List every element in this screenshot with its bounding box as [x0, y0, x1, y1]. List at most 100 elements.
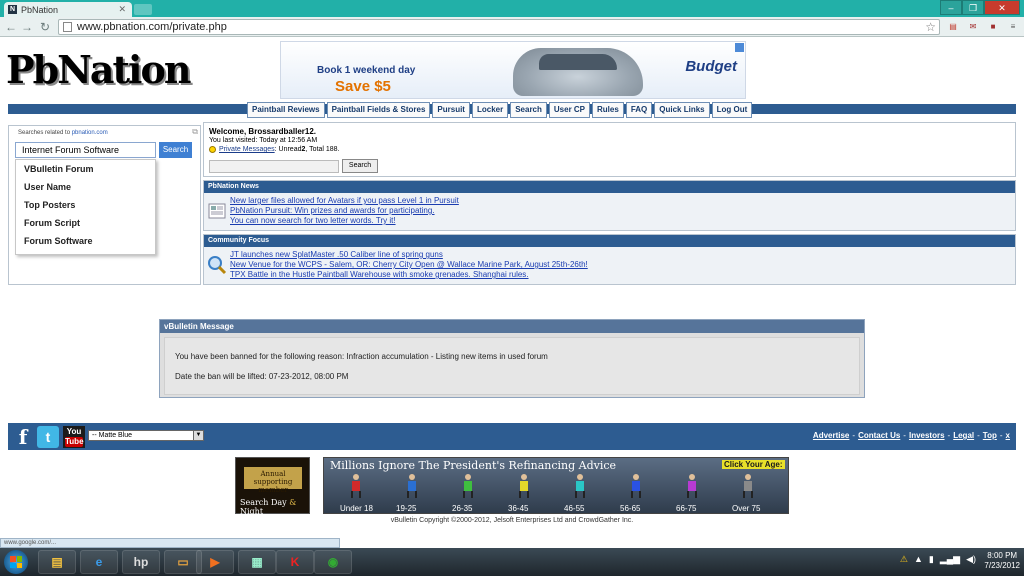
close-tab-icon[interactable]: ✕ [118, 4, 126, 15]
nav-paintball-reviews[interactable]: Paintball Reviews [247, 102, 325, 118]
maximize-button[interactable]: ❐ [962, 0, 984, 15]
age-runner-figure[interactable] [346, 474, 366, 500]
focus-link[interactable]: TPX Battle in the Hustle Paintball Wareh… [230, 270, 588, 280]
extension-icon[interactable]: ■ [986, 20, 1000, 33]
extension-rss-icon[interactable]: ▤ [946, 20, 960, 33]
nav-quick-links[interactable]: Quick Links [654, 102, 710, 118]
runner-legs [351, 491, 361, 498]
system-clock[interactable]: 8:00 PM 7/23/2012 [984, 551, 1020, 571]
age-runner-figure[interactable] [458, 474, 478, 500]
age-label[interactable]: 19-25 [396, 504, 416, 513]
volume-icon[interactable]: ◀) [966, 554, 976, 565]
expand-icon[interactable]: ⧉ [192, 127, 198, 137]
kaspersky-icon[interactable]: K [276, 550, 314, 574]
network-icon[interactable]: ▂▄▆ [940, 554, 960, 565]
footer-link-top[interactable]: Top [983, 431, 997, 440]
reload-icon[interactable]: ↻ [38, 20, 52, 34]
footer-link-contact[interactable]: Contact Us [858, 431, 900, 440]
extension-mail-icon[interactable]: ✉ [966, 20, 980, 33]
main-nav: Paintball Reviews Paintball Fields & Sto… [247, 102, 753, 118]
runner-body [744, 481, 752, 491]
file-explorer-icon[interactable]: ▤ [38, 550, 76, 574]
back-arrow-icon[interactable]: ← [4, 20, 18, 34]
new-tab-button[interactable] [134, 4, 152, 15]
forum-search-button[interactable]: Search [342, 159, 378, 173]
suggestion-item[interactable]: Top Posters [16, 196, 155, 214]
suggestion-item[interactable]: VBulletin Forum [16, 160, 155, 178]
news-link[interactable]: You can now search for two letter words.… [230, 216, 459, 226]
chevron-down-icon: ▼ [193, 431, 203, 440]
nav-user-cp[interactable]: User CP [548, 102, 591, 118]
footer-link-advertise[interactable]: Advertise [813, 431, 849, 440]
ad-text-line1: Book 1 weekend day [317, 65, 416, 76]
runner-legs [743, 491, 753, 498]
forward-arrow-icon[interactable]: → [20, 20, 34, 34]
nav-search[interactable]: Search [510, 102, 547, 118]
footer-link-legal[interactable]: Legal [953, 431, 974, 440]
ban-lift-date: Date the ban will be lifted: 07-23-2012,… [175, 372, 349, 381]
close-window-button[interactable]: ✕ [984, 0, 1020, 15]
focus-link[interactable]: New Venue for the WCPS - Salem, OR: Cher… [230, 260, 588, 270]
age-label[interactable]: 36-45 [508, 504, 528, 513]
twitter-icon[interactable]: t [37, 426, 59, 448]
refinance-click-label: Click Your Age: [722, 460, 785, 469]
suggestion-item[interactable]: Forum Script [16, 214, 155, 232]
age-label[interactable]: 26-35 [452, 504, 472, 513]
focus-link[interactable]: JT launches new SplatMaster .50 Caliber … [230, 250, 588, 260]
nav-faq[interactable]: FAQ [625, 102, 653, 118]
age-label[interactable]: Over 75 [732, 504, 760, 513]
footer-link-x[interactable]: x [1006, 431, 1010, 440]
screen-capture-icon[interactable]: ▦ [238, 550, 276, 574]
refinance-ad[interactable]: Millions Ignore The President's Refinanc… [323, 457, 789, 514]
age-runner-figure[interactable] [402, 474, 422, 500]
age-runner-figure[interactable] [682, 474, 702, 500]
address-bar[interactable]: www.pbnation.com/private.php ☆ [58, 19, 940, 35]
chrome-icon[interactable]: ◉ [314, 550, 352, 574]
site-logo[interactable]: PbNation [6, 51, 191, 89]
related-search-input[interactable]: Internet Forum Software [15, 142, 156, 158]
age-label[interactable]: Under 18 [340, 504, 373, 513]
style-selector[interactable]: -- Matte Blue ▼ [88, 430, 204, 441]
browser-tab[interactable]: N PbNation ✕ [4, 2, 132, 17]
notification-warning-icon[interactable]: ⚠ [900, 554, 908, 565]
ad-choices-icon[interactable] [735, 43, 744, 52]
age-runner-figure[interactable] [626, 474, 646, 500]
wrench-menu-icon[interactable]: ≡ [1006, 20, 1020, 33]
hp-icon[interactable]: hp [122, 550, 160, 574]
facebook-icon[interactable]: f [12, 426, 34, 448]
related-site-link[interactable]: pbnation.com [72, 130, 108, 136]
suggestion-item[interactable]: User Name [16, 178, 155, 196]
age-runner-figure[interactable] [570, 474, 590, 500]
age-label[interactable]: 46-55 [564, 504, 584, 513]
suggestion-item[interactable]: Forum Software [16, 232, 155, 250]
nav-pursuit[interactable]: Pursuit [432, 102, 470, 118]
runner-head [745, 474, 751, 480]
battery-icon[interactable]: ▮ [929, 554, 934, 565]
runner-legs [407, 491, 417, 498]
nav-fields-stores[interactable]: Paintball Fields & Stores [326, 102, 431, 118]
private-messages-link[interactable]: Private Messages [219, 146, 275, 153]
bookmark-star-icon[interactable]: ☆ [925, 20, 936, 34]
nav-log-out[interactable]: Log Out [711, 102, 753, 118]
footer-link-investors[interactable]: Investors [909, 431, 945, 440]
related-searches-label: Searches related to pbnation.com [18, 130, 108, 136]
ban-reason: You have been banned for the following r… [175, 352, 548, 361]
nav-locker[interactable]: Locker [471, 102, 509, 118]
age-runner-figure[interactable] [738, 474, 758, 500]
supporter-badge[interactable]: Annual supporting member Search Day & Ni… [235, 457, 310, 516]
minimize-button[interactable]: – [940, 0, 962, 15]
news-link[interactable]: PbNation Pursuit: Win prizes and awards … [230, 206, 459, 216]
related-search-button[interactable]: Search [159, 142, 192, 158]
media-player-icon[interactable]: ▶ [196, 550, 234, 574]
nav-rules[interactable]: Rules [592, 102, 624, 118]
age-runner-figure[interactable] [514, 474, 534, 500]
show-hidden-icons-icon[interactable]: ▲ [914, 554, 923, 565]
start-button[interactable] [4, 550, 28, 574]
internet-explorer-icon[interactable]: e [80, 550, 118, 574]
news-link[interactable]: New larger files allowed for Avatars if … [230, 196, 459, 206]
banner-ad[interactable]: Book 1 weekend day Save $5 Budget [280, 41, 746, 99]
youtube-icon[interactable]: You Tube [63, 426, 85, 448]
age-label[interactable]: 66-75 [676, 504, 696, 513]
forum-search-input[interactable] [209, 160, 339, 173]
age-label[interactable]: 56-65 [620, 504, 640, 513]
